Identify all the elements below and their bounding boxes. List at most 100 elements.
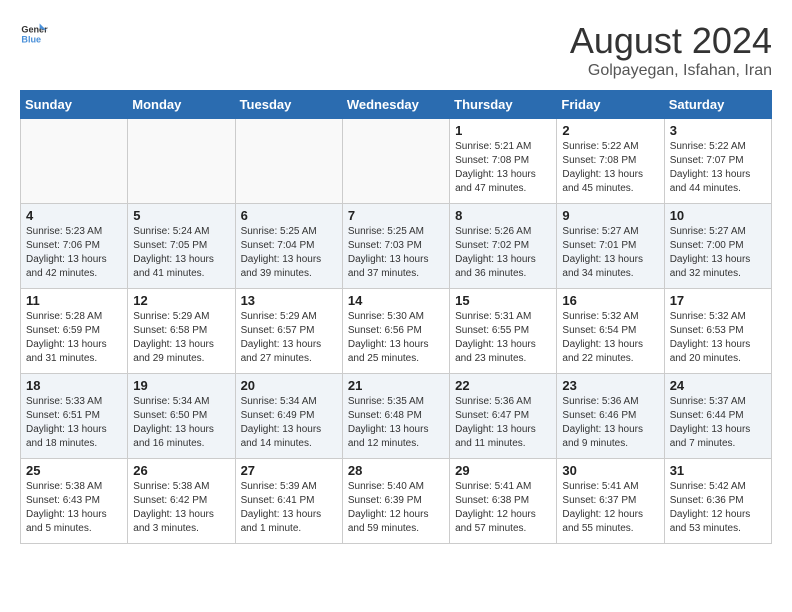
title-area: August 2024 Golpayegan, Isfahan, Iran	[570, 20, 772, 80]
day-header-wednesday: Wednesday	[342, 91, 449, 119]
calendar-cell: 14Sunrise: 5:30 AMSunset: 6:56 PMDayligh…	[342, 289, 449, 374]
day-number: 29	[455, 463, 551, 478]
day-number: 18	[26, 378, 122, 393]
day-number: 26	[133, 463, 229, 478]
day-number: 9	[562, 208, 658, 223]
day-info: Sunrise: 5:36 AMSunset: 6:46 PMDaylight:…	[562, 395, 658, 451]
day-info: Sunrise: 5:38 AMSunset: 6:43 PMDaylight:…	[26, 480, 122, 536]
day-info: Sunrise: 5:28 AMSunset: 6:59 PMDaylight:…	[26, 310, 122, 366]
page-subtitle: Golpayegan, Isfahan, Iran	[570, 62, 772, 80]
day-header-tuesday: Tuesday	[235, 91, 342, 119]
day-number: 21	[348, 378, 444, 393]
calendar-cell: 18 Sunrise: 5:33 AMSunset: 6:51 PMDayligh…	[21, 374, 128, 459]
day-number: 2	[562, 123, 658, 138]
calendar-cell: 6 Sunrise: 5:25 AMSunset: 7:04 PMDaylight…	[235, 204, 342, 289]
calendar-cell: 13 Sunrise: 5:29 AMSunset: 6:57 PMDayligh…	[235, 289, 342, 374]
day-number: 6	[241, 208, 337, 223]
day-number: 4	[26, 208, 122, 223]
day-info: Sunrise: 5:27 AMSunset: 7:00 PMDaylight:…	[670, 225, 766, 281]
day-number: 16	[562, 293, 658, 308]
day-number: 25	[26, 463, 122, 478]
calendar-cell	[235, 119, 342, 204]
day-number: 3	[670, 123, 766, 138]
day-number: 11	[26, 293, 122, 308]
svg-text:Blue: Blue	[21, 34, 41, 44]
calendar-cell: 28Sunrise: 5:40 AMSunset: 6:39 PMDayligh…	[342, 459, 449, 544]
day-number: 13	[241, 293, 337, 308]
day-info: Sunrise: 5:41 AMSunset: 6:37 PMDaylight:…	[562, 480, 658, 536]
calendar-cell: 27 Sunrise: 5:39 AMSunset: 6:41 PMDayligh…	[235, 459, 342, 544]
calendar-cell: 2 Sunrise: 5:22 AMSunset: 7:08 PMDaylight…	[557, 119, 664, 204]
day-info: Sunrise: 5:34 AMSunset: 6:49 PMDaylight:…	[241, 395, 337, 451]
day-info: Sunrise: 5:31 AMSunset: 6:55 PMDaylight:…	[455, 310, 551, 366]
calendar-cell	[342, 119, 449, 204]
day-number: 27	[241, 463, 337, 478]
calendar-cell: 21 Sunrise: 5:35 AMSunset: 6:48 PMDayligh…	[342, 374, 449, 459]
calendar-cell: 11 Sunrise: 5:28 AMSunset: 6:59 PMDayligh…	[21, 289, 128, 374]
calendar-cell: 30 Sunrise: 5:41 AMSunset: 6:37 PMDayligh…	[557, 459, 664, 544]
day-info: Sunrise: 5:36 AMSunset: 6:47 PMDaylight:…	[455, 395, 551, 451]
day-info: Sunrise: 5:35 AMSunset: 6:48 PMDaylight:…	[348, 395, 444, 451]
day-number: 1	[455, 123, 551, 138]
day-info: Sunrise: 5:29 AMSunset: 6:57 PMDaylight:…	[241, 310, 337, 366]
day-number: 24	[670, 378, 766, 393]
day-info: Sunrise: 5:32 AMSunset: 6:53 PMDaylight:…	[670, 310, 766, 366]
day-number: 15	[455, 293, 551, 308]
day-info: Sunrise: 5:32 AMSunset: 6:54 PMDaylight:…	[562, 310, 658, 366]
day-info: Sunrise: 5:22 AMSunset: 7:07 PMDaylight:…	[670, 140, 766, 196]
calendar-cell: 17Sunrise: 5:32 AMSunset: 6:53 PMDayligh…	[664, 289, 771, 374]
calendar-cell: 8Sunrise: 5:26 AMSunset: 7:02 PMDaylight…	[450, 204, 557, 289]
calendar-cell: 29Sunrise: 5:41 AMSunset: 6:38 PMDayligh…	[450, 459, 557, 544]
day-info: Sunrise: 5:42 AMSunset: 6:36 PMDaylight:…	[670, 480, 766, 536]
calendar-cell: 7 Sunrise: 5:25 AMSunset: 7:03 PMDaylight…	[342, 204, 449, 289]
day-number: 28	[348, 463, 444, 478]
day-info: Sunrise: 5:26 AMSunset: 7:02 PMDaylight:…	[455, 225, 551, 281]
day-info: Sunrise: 5:34 AMSunset: 6:50 PMDaylight:…	[133, 395, 229, 451]
day-header-sunday: Sunday	[21, 91, 128, 119]
calendar-cell: 23 Sunrise: 5:36 AMSunset: 6:46 PMDayligh…	[557, 374, 664, 459]
day-header-friday: Friday	[557, 91, 664, 119]
day-number: 22	[455, 378, 551, 393]
day-info: Sunrise: 5:39 AMSunset: 6:41 PMDaylight:…	[241, 480, 337, 536]
day-number: 10	[670, 208, 766, 223]
day-number: 14	[348, 293, 444, 308]
calendar-cell: 9 Sunrise: 5:27 AMSunset: 7:01 PMDaylight…	[557, 204, 664, 289]
calendar-cell: 4 Sunrise: 5:23 AMSunset: 7:06 PMDaylight…	[21, 204, 128, 289]
day-info: Sunrise: 5:22 AMSunset: 7:08 PMDaylight:…	[562, 140, 658, 196]
header-row: SundayMondayTuesdayWednesdayThursdayFrid…	[21, 91, 772, 119]
day-number: 5	[133, 208, 229, 223]
page-title: August 2024	[570, 20, 772, 62]
calendar-cell: 10 Sunrise: 5:27 AMSunset: 7:00 PMDayligh…	[664, 204, 771, 289]
day-header-monday: Monday	[128, 91, 235, 119]
day-number: 7	[348, 208, 444, 223]
calendar-week-3: 11 Sunrise: 5:28 AMSunset: 6:59 PMDayligh…	[21, 289, 772, 374]
day-info: Sunrise: 5:25 AMSunset: 7:03 PMDaylight:…	[348, 225, 444, 281]
calendar-week-4: 18 Sunrise: 5:33 AMSunset: 6:51 PMDayligh…	[21, 374, 772, 459]
calendar-cell: 16 Sunrise: 5:32 AMSunset: 6:54 PMDayligh…	[557, 289, 664, 374]
calendar-cell	[128, 119, 235, 204]
day-number: 23	[562, 378, 658, 393]
calendar-cell: 20 Sunrise: 5:34 AMSunset: 6:49 PMDayligh…	[235, 374, 342, 459]
day-info: Sunrise: 5:27 AMSunset: 7:01 PMDaylight:…	[562, 225, 658, 281]
calendar-cell: 31 Sunrise: 5:42 AMSunset: 6:36 PMDayligh…	[664, 459, 771, 544]
calendar-cell	[21, 119, 128, 204]
calendar-cell: 26 Sunrise: 5:38 AMSunset: 6:42 PMDayligh…	[128, 459, 235, 544]
day-info: Sunrise: 5:25 AMSunset: 7:04 PMDaylight:…	[241, 225, 337, 281]
day-header-saturday: Saturday	[664, 91, 771, 119]
calendar-cell: 24 Sunrise: 5:37 AMSunset: 6:44 PMDayligh…	[664, 374, 771, 459]
day-info: Sunrise: 5:33 AMSunset: 6:51 PMDaylight:…	[26, 395, 122, 451]
logo: General Blue	[20, 20, 48, 48]
day-number: 20	[241, 378, 337, 393]
calendar-table: SundayMondayTuesdayWednesdayThursdayFrid…	[20, 90, 772, 544]
calendar-cell: 1Sunrise: 5:21 AMSunset: 7:08 PMDaylight…	[450, 119, 557, 204]
day-info: Sunrise: 5:29 AMSunset: 6:58 PMDaylight:…	[133, 310, 229, 366]
day-number: 30	[562, 463, 658, 478]
calendar-cell: 5 Sunrise: 5:24 AMSunset: 7:05 PMDaylight…	[128, 204, 235, 289]
day-header-thursday: Thursday	[450, 91, 557, 119]
day-info: Sunrise: 5:38 AMSunset: 6:42 PMDaylight:…	[133, 480, 229, 536]
day-info: Sunrise: 5:23 AMSunset: 7:06 PMDaylight:…	[26, 225, 122, 281]
day-info: Sunrise: 5:24 AMSunset: 7:05 PMDaylight:…	[133, 225, 229, 281]
day-number: 12	[133, 293, 229, 308]
day-number: 31	[670, 463, 766, 478]
day-info: Sunrise: 5:37 AMSunset: 6:44 PMDaylight:…	[670, 395, 766, 451]
